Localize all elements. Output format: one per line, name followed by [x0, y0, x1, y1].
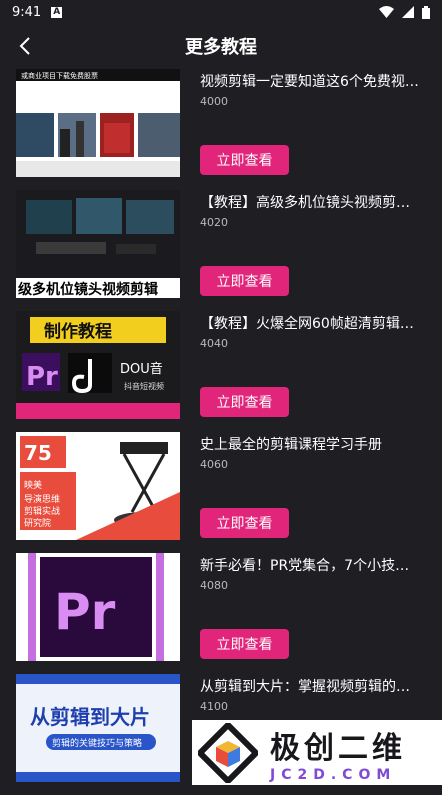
view-now-button[interactable]: 立即查看	[200, 266, 289, 296]
thumbnail-premiere: Pr	[16, 553, 180, 661]
svg-text:Pr: Pr	[26, 362, 58, 392]
signal-icon	[402, 6, 414, 18]
view-now-button[interactable]: 立即查看	[200, 145, 289, 175]
svg-text:研究院: 研究院	[24, 517, 51, 529]
item-view-count: 4020	[200, 216, 228, 229]
thumbnail-city: 或商业项目下载免费股票	[16, 69, 180, 177]
chevron-left-icon[interactable]	[14, 34, 38, 58]
thumbnail-caption: 级多机位镜头视频剪辑	[18, 281, 158, 298]
thumbnail-subcaption-2: 抖音短视频	[124, 381, 164, 391]
status-bar: 9:41 A	[0, 0, 442, 24]
battery-icon	[422, 5, 430, 19]
wifi-icon	[379, 6, 394, 18]
list-item[interactable]: 75 映美 导演思维 剪辑实战 研究院 史上最全的剪辑课程学习手册 4060 立…	[0, 432, 442, 553]
list-item[interactable]: 制作教程 Pr DOU音 抖音短视频 【教程】火爆全网60帧超清剪辑教… 404…	[0, 311, 442, 432]
thumbnail-handbook: 75 映美 导演思维 剪辑实战 研究院	[16, 432, 180, 540]
item-view-count: 4100	[200, 700, 228, 713]
watermark-main: 极创二维	[270, 730, 406, 766]
thumbnail-subcaption: DOU音	[120, 361, 163, 377]
thumbnail-caption: 或商业项目下载免费股票	[21, 71, 98, 80]
svg-text:剪辑实战: 剪辑实战	[24, 505, 60, 517]
a-notification-icon: A	[51, 6, 63, 18]
list-item[interactable]: 或商业项目下载免费股票 视频剪辑一定要知道这6个免费视频… 4000 立即查看	[0, 69, 442, 190]
item-title: 视频剪辑一定要知道这6个免费视频…	[200, 74, 422, 90]
svg-text:映美: 映美	[24, 479, 42, 491]
item-view-count: 4040	[200, 337, 228, 350]
list-item[interactable]: 级多机位镜头视频剪辑 【教程】高级多机位镜头视频剪辑… 4020 立即查看	[0, 190, 442, 311]
item-view-count: 4000	[200, 95, 228, 108]
thumbnail-caption: 从剪辑到大片	[30, 705, 150, 729]
thumbnail-subcaption: 剪辑的关键技巧与策略	[52, 737, 142, 749]
tutorial-list: 或商业项目下载免费股票 视频剪辑一定要知道这6个免费视频… 4000 立即查看	[0, 69, 442, 795]
item-title: 【教程】火爆全网60帧超清剪辑教…	[200, 316, 422, 332]
item-view-count: 4080	[200, 579, 228, 592]
svg-text:导演思维: 导演思维	[24, 493, 60, 505]
page-title: 更多教程	[185, 37, 257, 58]
thumbnail-caption: 75	[24, 441, 52, 465]
view-now-button[interactable]: 立即查看	[200, 508, 289, 538]
item-title: 从剪辑到大片：掌握视频剪辑的关…	[200, 679, 422, 695]
watermark: 极创二维 JC2D.COM	[192, 720, 442, 785]
item-view-count: 4060	[200, 458, 228, 471]
watermark-sub: JC2D.COM	[270, 766, 397, 783]
thumbnail-blockbuster: 从剪辑到大片 剪辑的关键技巧与策略	[16, 674, 180, 782]
list-item[interactable]: Pr 新手必看！PR党集合，7个小技巧… 4080 立即查看	[0, 553, 442, 674]
view-now-button[interactable]: 立即查看	[200, 387, 289, 417]
thumbnail-caption: Pr	[54, 583, 116, 641]
item-title: 【教程】高级多机位镜头视频剪辑…	[200, 195, 422, 211]
header: 更多教程	[0, 24, 442, 68]
item-title: 新手必看！PR党集合，7个小技巧…	[200, 558, 422, 574]
cube-logo-icon	[198, 722, 258, 783]
thumbnail-caption: 制作教程	[44, 321, 112, 342]
item-title: 史上最全的剪辑课程学习手册	[200, 437, 382, 453]
view-now-button[interactable]: 立即查看	[200, 629, 289, 659]
thumbnail-multicam: 级多机位镜头视频剪辑	[16, 190, 180, 298]
status-time: 9:41	[12, 4, 42, 20]
thumbnail-douyin: 制作教程 Pr DOU音 抖音短视频	[16, 311, 180, 419]
